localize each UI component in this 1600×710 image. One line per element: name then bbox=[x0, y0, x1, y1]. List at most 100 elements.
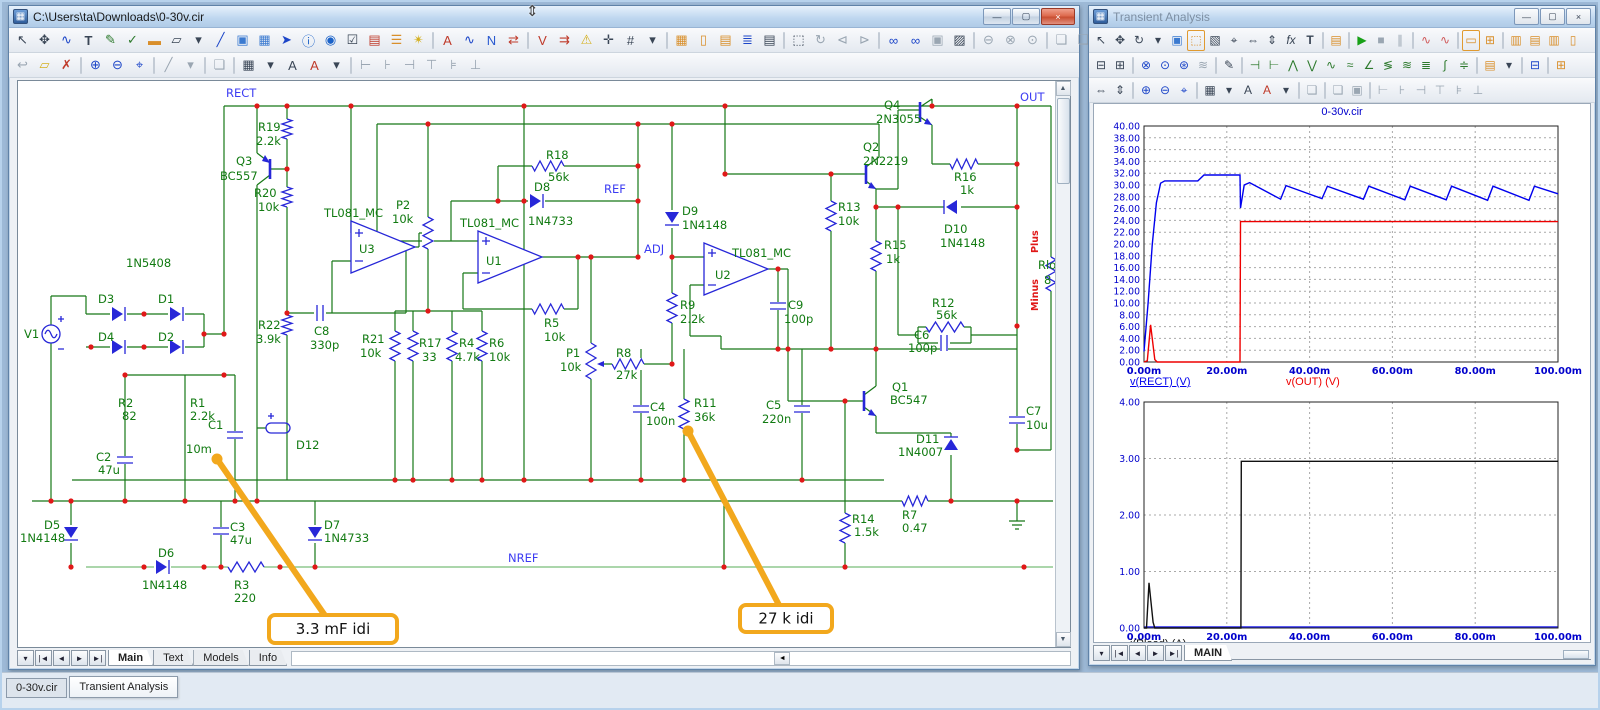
separator[interactable] bbox=[666, 32, 668, 49]
separator[interactable] bbox=[1241, 57, 1243, 74]
analysis-hscrollbar[interactable] bbox=[1232, 647, 1591, 660]
cursor-left-tool[interactable]: ⊣ bbox=[1246, 55, 1264, 76]
tab-info[interactable]: Info bbox=[249, 650, 287, 666]
separator[interactable] bbox=[1547, 57, 1549, 74]
align-right-tool[interactable]: ⊣ bbox=[399, 55, 420, 76]
flowchart-tool[interactable]: ≣ bbox=[737, 30, 758, 51]
stepping-tool[interactable]: ⊞ bbox=[1481, 30, 1499, 51]
select-box-tool[interactable]: ⬚ bbox=[788, 30, 809, 51]
undo-tool[interactable]: ↩ bbox=[12, 55, 33, 76]
zoom-out-tool[interactable]: ⊖ bbox=[107, 55, 128, 76]
align-top-tool[interactable]: ⊤ bbox=[1431, 80, 1449, 101]
x-cursor-tool[interactable]: ⊗ bbox=[1137, 55, 1155, 76]
step-into-tool[interactable]: ▣ bbox=[927, 30, 948, 51]
horizontal-tag-tool[interactable]: ⇔ bbox=[1244, 30, 1262, 51]
image-tool[interactable]: ▣ bbox=[1168, 30, 1186, 51]
panel-3-tool[interactable]: ▥ bbox=[1545, 30, 1563, 51]
zoom-in-tool[interactable]: ⊕ bbox=[85, 55, 106, 76]
align-top-tool[interactable]: ⊤ bbox=[421, 55, 442, 76]
minimize-button[interactable]: — bbox=[1514, 8, 1539, 25]
separator[interactable] bbox=[1322, 32, 1324, 49]
panel-4-tool[interactable]: ▯ bbox=[1564, 30, 1582, 51]
mode-dropdown[interactable]: ▾ bbox=[180, 55, 201, 76]
vertical-tag-tool[interactable]: ⇕ bbox=[1263, 30, 1281, 51]
next-sheet-button[interactable]: ► bbox=[1147, 645, 1164, 661]
global-low-tool[interactable]: ≣ bbox=[1417, 55, 1435, 76]
tab-main[interactable]: Main bbox=[108, 650, 153, 666]
separator[interactable] bbox=[973, 32, 975, 49]
bring-front-tool[interactable]: ❏ bbox=[1051, 30, 1072, 51]
separator[interactable] bbox=[1046, 32, 1048, 49]
align-middle-tool[interactable]: ⊧ bbox=[1450, 80, 1468, 101]
scroll-up-button[interactable]: ▲ bbox=[1056, 81, 1071, 96]
transient-titlebar[interactable]: ▦ Transient Analysis —▢× bbox=[1089, 6, 1595, 28]
page-copy-tool[interactable]: ❏ bbox=[1329, 80, 1347, 101]
separator[interactable] bbox=[80, 57, 82, 74]
rotate-tool[interactable]: ↻ bbox=[810, 30, 831, 51]
grid-size-dropdown[interactable]: ▾ bbox=[260, 55, 281, 76]
limits-tool[interactable]: ▭ bbox=[1462, 30, 1480, 51]
text-tool[interactable]: T bbox=[1301, 30, 1319, 51]
collapse-tool[interactable]: ⊖ bbox=[978, 30, 999, 51]
voltage-probe-toggle[interactable]: V bbox=[532, 30, 553, 51]
v1-source-symbol[interactable] bbox=[42, 316, 64, 349]
new-sheet-tool[interactable]: ▱ bbox=[34, 55, 55, 76]
separator[interactable] bbox=[153, 57, 155, 74]
grid-dropdown[interactable]: ▾ bbox=[1220, 80, 1238, 101]
zoom-out-tool[interactable]: ⊖ bbox=[1156, 80, 1174, 101]
zoom-select-tool[interactable]: ⌖ bbox=[129, 55, 150, 76]
calculator-tool[interactable]: ⊞ bbox=[1552, 55, 1570, 76]
shape-tool[interactable]: ▱ bbox=[166, 30, 187, 51]
y-axis-scale-tool[interactable]: ⇕ bbox=[1111, 80, 1129, 101]
text-tool[interactable]: T bbox=[78, 30, 99, 51]
animate-options-tool[interactable]: ∿ bbox=[1417, 30, 1435, 51]
valley-tool[interactable]: ⋁ bbox=[1303, 55, 1321, 76]
tab-models[interactable]: Models bbox=[193, 650, 248, 666]
legend-v-rect[interactable]: v(RECT) (V) bbox=[1130, 376, 1191, 388]
y-cursor-tool[interactable]: ⊙ bbox=[1156, 55, 1174, 76]
font-dropdown[interactable]: ▾ bbox=[326, 55, 347, 76]
align-center-tool[interactable]: ⊦ bbox=[377, 55, 398, 76]
close-button[interactable]: × bbox=[1566, 8, 1591, 25]
ruler-toggle[interactable]: ⊞ bbox=[1111, 55, 1129, 76]
sheet-list-button[interactable]: ▾ bbox=[1093, 645, 1110, 661]
current-probe-toggle[interactable]: ⇉ bbox=[554, 30, 575, 51]
separator[interactable] bbox=[1412, 32, 1414, 49]
legend-i-rload[interactable]: i(Rload) (A) bbox=[1130, 638, 1186, 643]
sheet-list-button[interactable]: ▾ bbox=[17, 650, 34, 666]
separator[interactable] bbox=[1324, 82, 1326, 99]
notes-tool[interactable]: ☰ bbox=[386, 30, 407, 51]
cursor-right-tool[interactable]: ⊢ bbox=[1265, 55, 1283, 76]
color-font-tool[interactable]: A bbox=[1258, 80, 1276, 101]
separator[interactable] bbox=[1132, 82, 1134, 99]
global-high-tool[interactable]: ≋ bbox=[1398, 55, 1416, 76]
vscroll-thumb[interactable] bbox=[1057, 98, 1070, 184]
x-axis-scale-tool[interactable]: ⇔ bbox=[1092, 80, 1110, 101]
low-tool[interactable]: ≈ bbox=[1341, 55, 1359, 76]
title-block-tool[interactable]: ▯ bbox=[693, 30, 714, 51]
delete-sheet-tool[interactable]: ✗ bbox=[56, 55, 77, 76]
inflection-tool[interactable]: ≶ bbox=[1379, 55, 1397, 76]
close-circle-tool[interactable]: ⊗ bbox=[1000, 30, 1021, 51]
separator[interactable] bbox=[1298, 82, 1300, 99]
report-tool[interactable]: ▤ bbox=[364, 30, 385, 51]
slope-tool[interactable]: ∠ bbox=[1360, 55, 1378, 76]
stop-button[interactable]: ■ bbox=[1372, 30, 1390, 51]
separator[interactable] bbox=[233, 57, 235, 74]
wire-tool[interactable]: ╱ bbox=[210, 30, 231, 51]
help-tool[interactable]: ◉ bbox=[320, 30, 341, 51]
clipboard-dropdown[interactable]: ▾ bbox=[1500, 55, 1518, 76]
zoom-in-tool[interactable]: ⊕ bbox=[1137, 80, 1155, 101]
attribute-text-toggle[interactable]: A bbox=[437, 30, 458, 51]
tab-text[interactable]: Text bbox=[153, 650, 193, 666]
wizard-tool[interactable]: ✴ bbox=[408, 30, 429, 51]
prev-sheet-button[interactable]: ◄ bbox=[1129, 645, 1146, 661]
last-sheet-button[interactable]: ►| bbox=[89, 650, 106, 666]
copy-page-tool[interactable]: ❏ bbox=[209, 55, 230, 76]
mdi-tab-schematic[interactable]: 0-30v.cir bbox=[6, 678, 67, 698]
properties-tool[interactable]: ▤ bbox=[1327, 30, 1345, 51]
draw-tool[interactable]: ✎ bbox=[100, 30, 121, 51]
check-tool[interactable]: ✓ bbox=[122, 30, 143, 51]
schematic-hscrollbar[interactable]: ◄ bbox=[291, 651, 1071, 666]
picture-tool[interactable]: ▣ bbox=[232, 30, 253, 51]
